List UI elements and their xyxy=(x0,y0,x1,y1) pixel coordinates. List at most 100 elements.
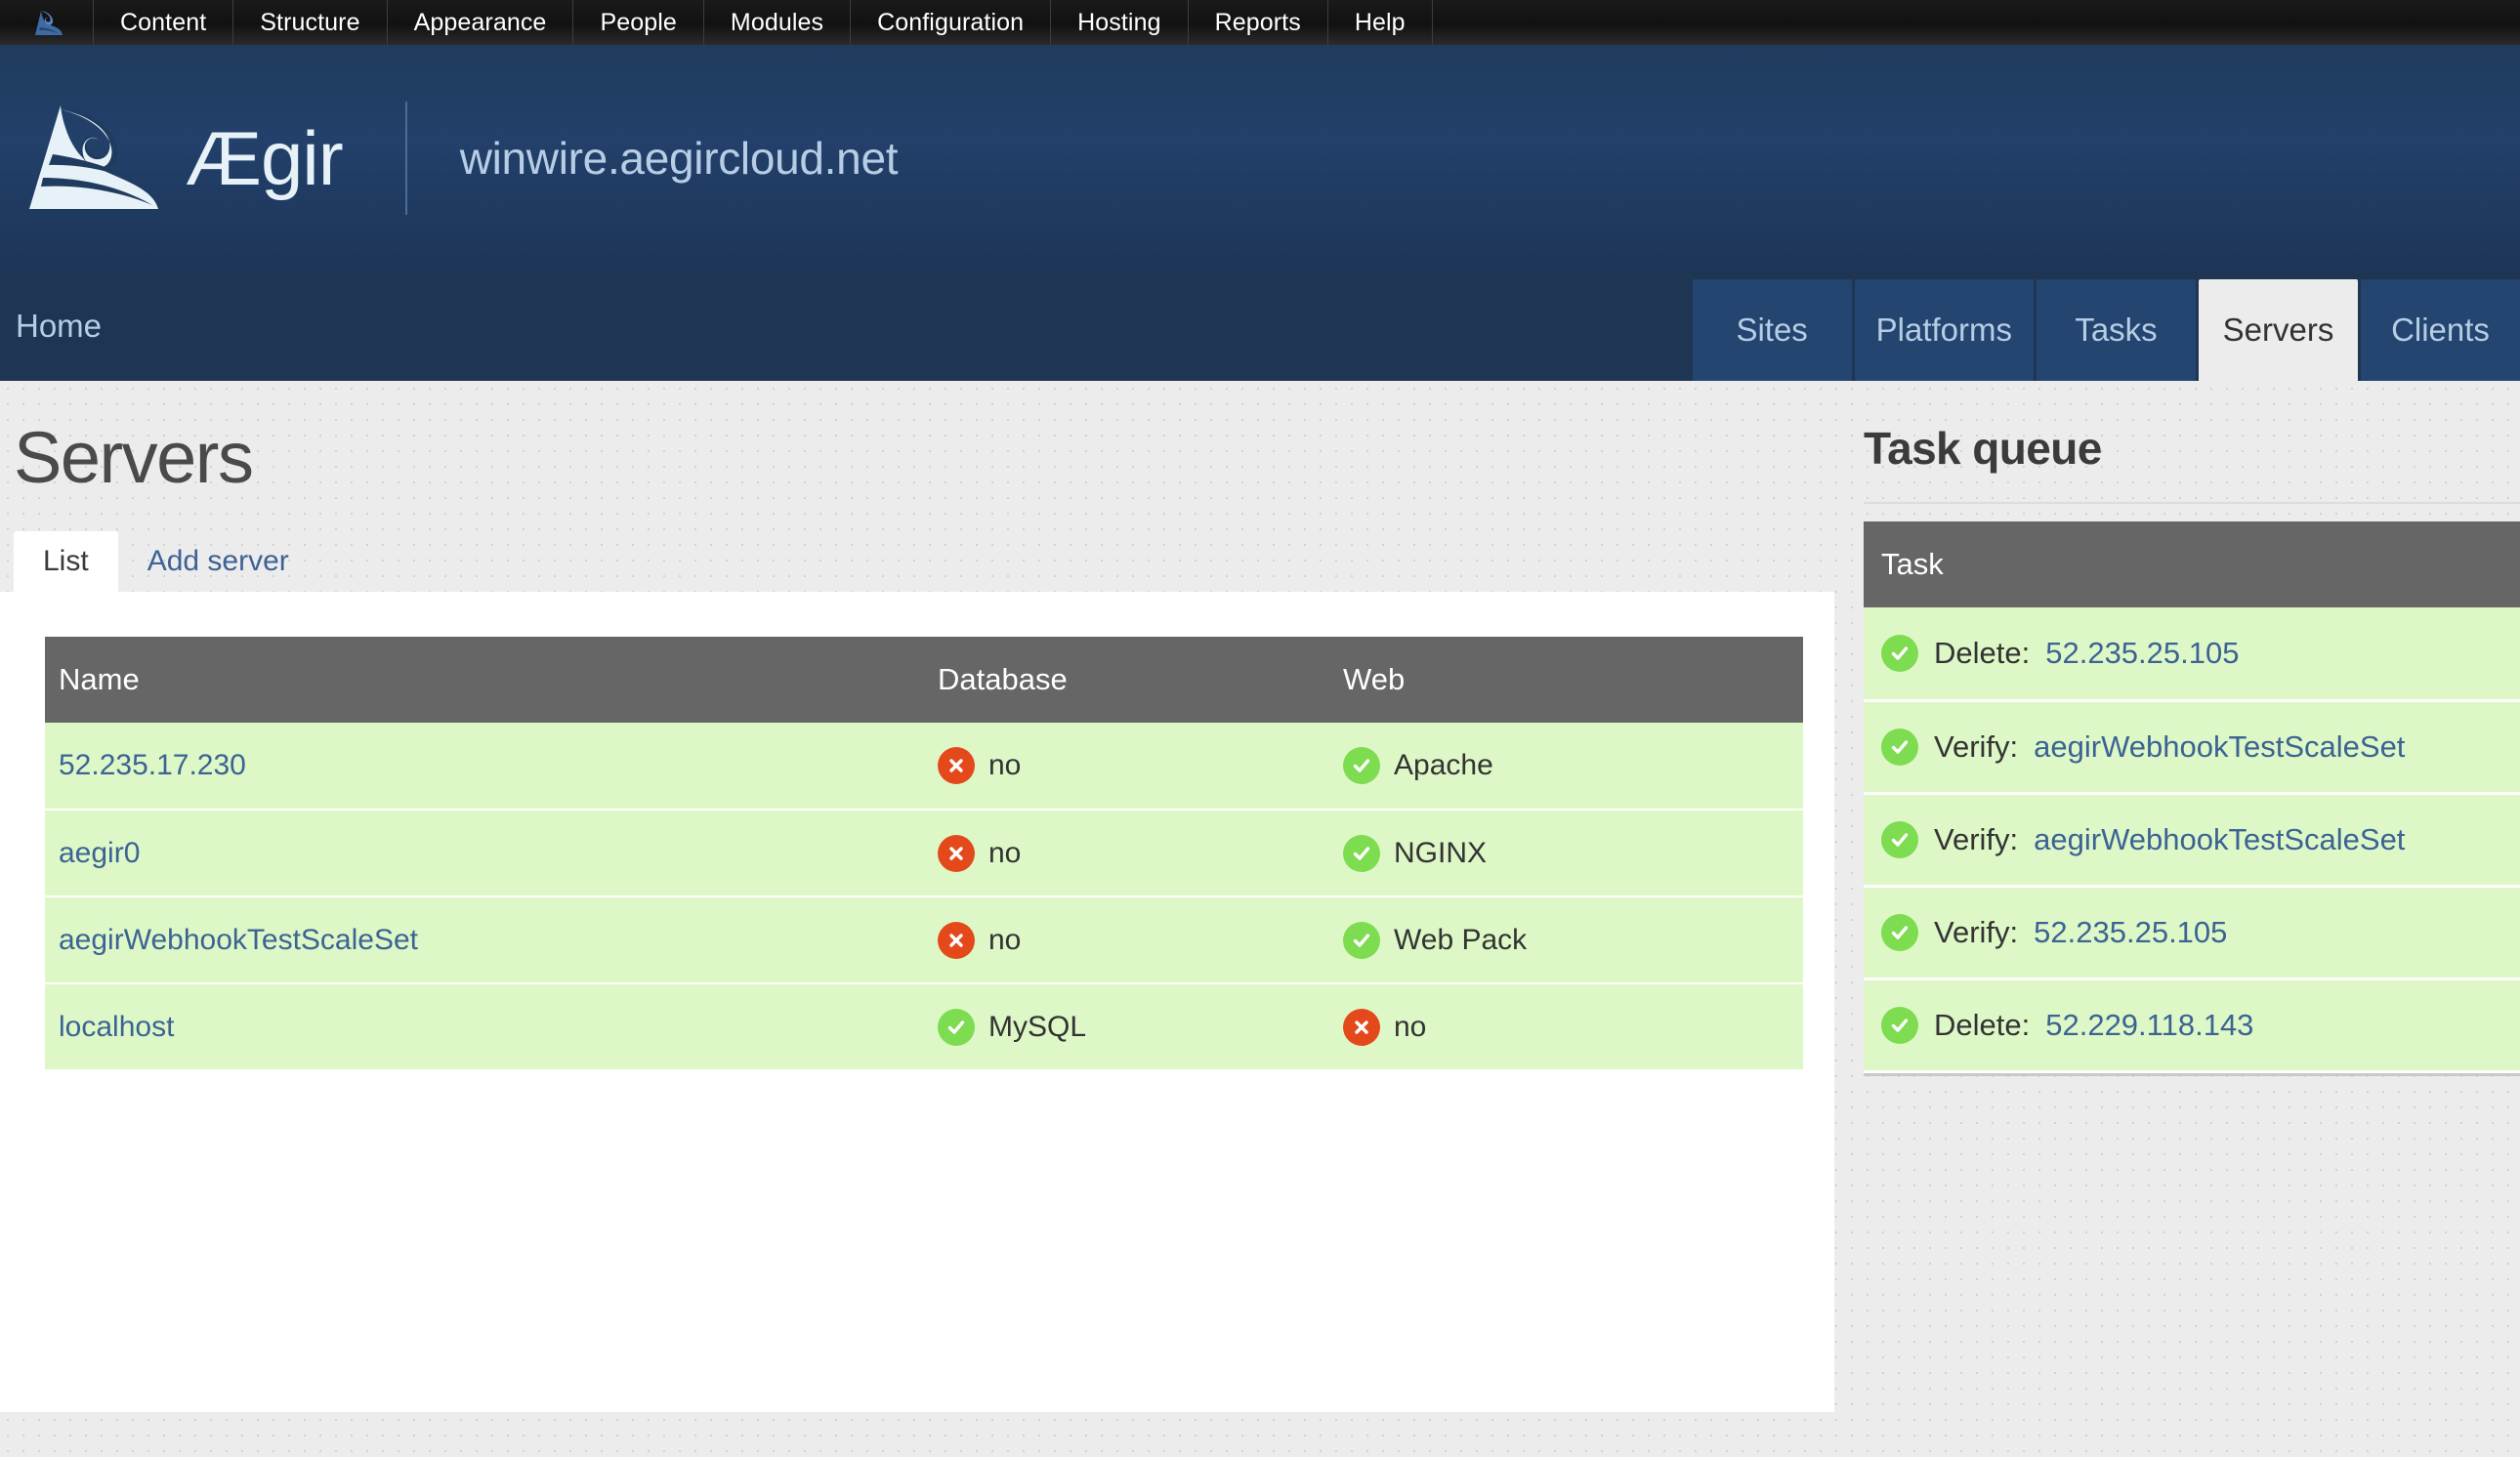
task-queue-cell: Verify: 52.235.25.105 xyxy=(1864,886,2520,980)
toolbar-item-label: Hosting xyxy=(1077,8,1161,36)
status-yes-icon xyxy=(1343,834,1380,872)
local-tab-label: List xyxy=(43,545,89,577)
list-item: Verify: aegirWebhookTestScaleSet xyxy=(1864,793,2520,888)
aegir-wave-logo-icon[interactable] xyxy=(14,96,170,221)
toolbar-item-label: Help xyxy=(1354,8,1406,36)
toolbar-item-help[interactable]: Help xyxy=(1328,0,1433,45)
toolbar-item-label: Modules xyxy=(730,8,824,36)
toolbar-item-content[interactable]: Content xyxy=(94,0,234,45)
sidebar-column: Task queue Task Delete: 52.235.25.105 Ve… xyxy=(1834,381,2520,1457)
toolbar-item-label: Configuration xyxy=(877,8,1025,36)
servers-table: Name Database Web 52.235.17.230 no Apach… xyxy=(45,637,1803,1071)
task-queue-title: Task queue xyxy=(1864,423,2102,474)
nav-tab-label: Clients xyxy=(2391,312,2490,348)
brand-header: Ægir winwire.aegircloud.net xyxy=(0,45,2520,271)
task-action-label: Verify: xyxy=(1934,821,2019,856)
status-yes-icon xyxy=(1881,634,1918,672)
local-tab-list[interactable]: List xyxy=(14,531,118,592)
cell-server-name: aegir0 xyxy=(45,810,924,897)
primary-nav-tabs: Sites Platforms Tasks Servers Clients xyxy=(1692,271,2520,381)
breadcrumb-home[interactable]: Home xyxy=(0,271,102,381)
toolbar-item-modules[interactable]: Modules xyxy=(704,0,852,45)
page-body: Servers List Add server Name Database We… xyxy=(0,381,2520,1457)
status-yes-icon xyxy=(1343,747,1380,784)
task-queue-bottom-divider xyxy=(1864,1072,2520,1076)
task-queue-cell: Delete: 52.235.25.105 xyxy=(1864,607,2520,702)
nav-tab-label: Servers xyxy=(2222,312,2334,348)
nav-tab-tasks[interactable]: Tasks xyxy=(2037,279,2196,381)
nav-tab-sites[interactable]: Sites xyxy=(1692,279,1852,381)
nav-tab-platforms[interactable]: Platforms xyxy=(1854,279,2034,381)
list-item: Verify: 52.235.25.105 xyxy=(1864,886,2520,980)
primary-nav-bar: Home Sites Platforms Tasks Servers Clien… xyxy=(0,271,2520,381)
toolbar-item-label: Content xyxy=(120,8,207,36)
list-item: Verify: aegirWebhookTestScaleSet xyxy=(1864,700,2520,795)
toolbar-item-people[interactable]: People xyxy=(573,0,704,45)
server-link[interactable]: aegirWebhookTestScaleSet xyxy=(59,924,418,956)
sidebar-divider xyxy=(1864,502,2520,504)
cell-database: no xyxy=(924,723,1329,811)
task-target-link[interactable]: 52.235.25.105 xyxy=(2034,915,2227,950)
task-queue-cell: Verify: aegirWebhookTestScaleSet xyxy=(1864,700,2520,795)
status-yes-icon xyxy=(1343,921,1380,959)
nav-tab-servers[interactable]: Servers xyxy=(2199,279,2358,381)
toolbar-item-appearance[interactable]: Appearance xyxy=(388,0,574,45)
admin-toolbar: Content Structure Appearance People Modu… xyxy=(0,0,2520,45)
local-tab-add-server[interactable]: Add server xyxy=(118,531,318,592)
nav-tab-label: Tasks xyxy=(2075,312,2158,348)
toolbar-item-label: Appearance xyxy=(413,8,547,36)
task-queue-cell: Delete: 52.229.118.143 xyxy=(1864,978,2520,1073)
status-no-icon xyxy=(938,834,975,872)
task-queue-body: Delete: 52.235.25.105 Verify: aegirWebho… xyxy=(1864,607,2520,1073)
table-header-row: Task xyxy=(1864,521,2520,607)
web-status-label: Web Pack xyxy=(1394,923,1528,956)
local-tab-label: Add server xyxy=(147,545,289,577)
database-status-label: MySQL xyxy=(988,1010,1087,1043)
web-status-label: NGINX xyxy=(1394,836,1488,869)
database-status-label: no xyxy=(988,749,1022,781)
column-header-name: Name xyxy=(45,637,924,723)
server-link[interactable]: localhost xyxy=(59,1011,174,1043)
nav-tab-label: Platforms xyxy=(1875,312,2012,348)
task-target-link[interactable]: aegirWebhookTestScaleSet xyxy=(2034,822,2405,857)
task-target-link[interactable]: aegirWebhookTestScaleSet xyxy=(2034,729,2405,765)
task-target-link[interactable]: 52.229.118.143 xyxy=(2045,1008,2253,1043)
toolbar-item-reports[interactable]: Reports xyxy=(1189,0,1328,45)
column-header-task: Task xyxy=(1864,521,2520,607)
main-content-column: Servers List Add server Name Database We… xyxy=(0,381,1834,1457)
toolbar-item-configuration[interactable]: Configuration xyxy=(851,0,1052,45)
status-no-icon xyxy=(938,921,975,959)
aegir-wave-logo-icon xyxy=(29,8,64,37)
task-queue-head: Task xyxy=(1864,521,2520,607)
brand-divider xyxy=(404,102,407,215)
page-title: Servers xyxy=(14,417,254,498)
column-header-database: Database xyxy=(924,637,1329,723)
table-row: aegir0 no NGINX xyxy=(45,810,1803,897)
toolbar-item-structure[interactable]: Structure xyxy=(233,0,388,45)
status-yes-icon xyxy=(1881,1006,1918,1044)
brand-wordmark: Ægir xyxy=(186,114,344,201)
list-item: Delete: 52.229.118.143 xyxy=(1864,978,2520,1073)
server-link[interactable]: aegir0 xyxy=(59,837,140,869)
cell-server-name: localhost xyxy=(45,983,924,1071)
cell-web: Web Pack xyxy=(1329,896,1803,984)
server-link[interactable]: 52.235.17.230 xyxy=(59,749,246,781)
task-target-link[interactable]: 52.235.25.105 xyxy=(2045,636,2239,671)
cell-server-name: aegirWebhookTestScaleSet xyxy=(45,896,924,984)
toolbar-item-label: Structure xyxy=(260,8,360,36)
toolbar-home-link[interactable] xyxy=(0,0,94,45)
toolbar-item-label: People xyxy=(600,8,677,36)
table-row: localhost MySQL no xyxy=(45,983,1803,1071)
table-header-row: Name Database Web xyxy=(45,637,1803,723)
nav-tab-clients[interactable]: Clients xyxy=(2361,279,2520,381)
servers-table-body: 52.235.17.230 no Apache aegir0 no NGINX … xyxy=(45,723,1803,1071)
local-task-tabs: List Add server xyxy=(0,531,1834,592)
status-yes-icon xyxy=(1881,820,1918,858)
task-action-label: Verify: xyxy=(1934,914,2019,949)
toolbar-item-hosting[interactable]: Hosting xyxy=(1051,0,1189,45)
column-header-web: Web xyxy=(1329,637,1803,723)
task-action-label: Delete: xyxy=(1934,635,2031,670)
list-item: Delete: 52.235.25.105 xyxy=(1864,607,2520,702)
table-row: aegirWebhookTestScaleSet no Web Pack xyxy=(45,896,1803,984)
cell-database: MySQL xyxy=(924,983,1329,1071)
